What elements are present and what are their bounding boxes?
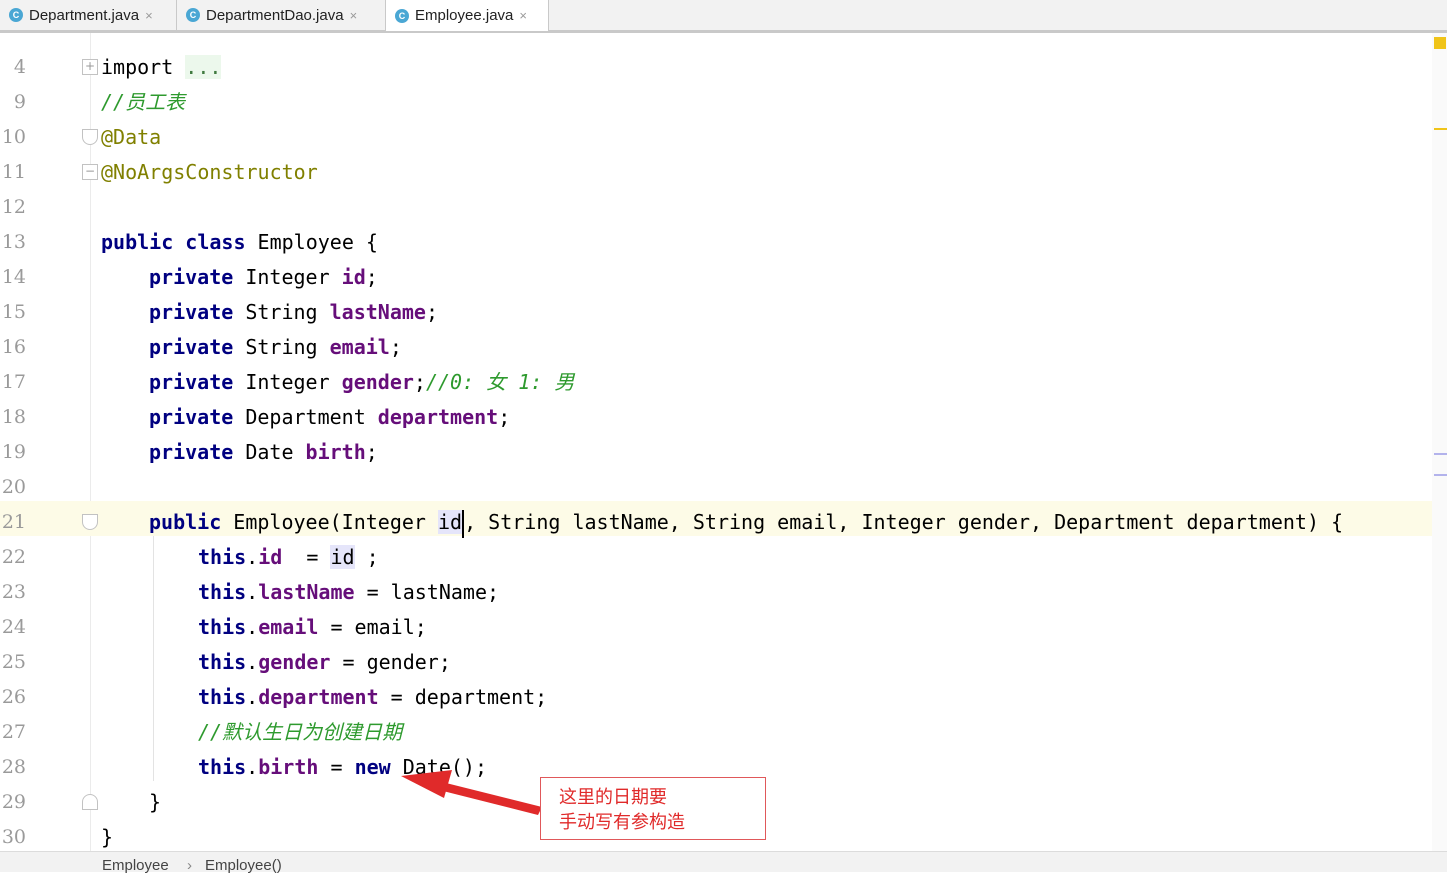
line-number: 15 [1, 301, 26, 323]
code-line[interactable]: 19 private Date birth; [0, 435, 1435, 470]
annotation-line: 这里的日期要 [559, 787, 667, 808]
code-line[interactable]: 27 //默认生日为创建日期 [0, 715, 1435, 750]
code-text: private String lastName; [149, 300, 438, 324]
code-text: this.gender = gender; [198, 650, 451, 674]
fold-collapse-icon[interactable]: − [82, 164, 98, 180]
fold-end-icon[interactable] [82, 794, 98, 810]
line-number: 21 [1, 511, 26, 533]
code-text: } [149, 790, 162, 814]
annotation-line: 手动写有参构造 [559, 812, 685, 833]
line-number: 29 [1, 791, 26, 813]
line-number: 19 [1, 441, 26, 463]
highlighted-identifier: id [330, 545, 355, 569]
line-number: 23 [1, 581, 26, 603]
annotation-callout: 这里的日期要 手动写有参构造 [540, 777, 766, 840]
code-text: this.birth = new Date(); [198, 755, 488, 779]
breadcrumb: Employee › Employee() [0, 851, 1447, 874]
tab-label: DepartmentDao.java [206, 6, 344, 24]
code-line[interactable]: 17 private Integer gender;//0: 女 1: 男 [0, 365, 1435, 400]
code-line[interactable]: 26 this.department = department; [0, 680, 1435, 715]
code-text: public class Employee { [101, 230, 378, 254]
close-icon[interactable]: × [350, 8, 358, 23]
code-annotation: @NoArgsConstructor [101, 160, 318, 184]
code-text: this.department = department; [198, 685, 548, 709]
line-number: 18 [1, 406, 26, 428]
code-line[interactable]: 16 private String email; [0, 330, 1435, 365]
line-number: 22 [1, 546, 26, 568]
line-number: 11 [1, 161, 26, 183]
line-number: 20 [1, 476, 26, 498]
stripe-mark[interactable] [1434, 128, 1447, 130]
line-number: 27 [1, 721, 26, 743]
line-number: 4 [13, 56, 26, 78]
breadcrumb-item-method[interactable]: Employee() [205, 857, 282, 874]
line-number: 10 [1, 126, 26, 148]
code-text: this.email = email; [198, 615, 427, 639]
editor-tab-bar: C Department.java × C DepartmentDao.java… [0, 0, 1447, 31]
code-line[interactable]: 11 − @NoArgsConstructor [0, 155, 1435, 190]
code-comment: //默认生日为创建日期 [198, 720, 403, 744]
line-number: 12 [1, 196, 26, 218]
code-text: private Date birth; [149, 440, 378, 464]
code-text: private String email; [149, 335, 402, 359]
code-line[interactable]: 18 private Department department; [0, 400, 1435, 435]
highlighted-identifier: id [438, 510, 463, 534]
code-text: this.id = id ; [198, 545, 379, 569]
code-line[interactable]: 23 this.lastName = lastName; [0, 575, 1435, 610]
code-line-current[interactable]: 21 public Employee(Integer id, String la… [0, 505, 1435, 540]
line-number: 17 [1, 371, 26, 393]
stripe-mark[interactable] [1434, 453, 1447, 455]
code-text: this.lastName = lastName; [198, 580, 500, 604]
line-number: 24 [1, 616, 26, 638]
code-line[interactable]: 10 @Data [0, 120, 1435, 155]
stripe-mark[interactable] [1434, 474, 1447, 476]
fold-collapse-icon[interactable] [82, 514, 98, 530]
tab-label: Employee.java [415, 7, 514, 24]
line-number: 25 [1, 651, 26, 673]
line-number: 14 [1, 266, 26, 288]
line-number: 9 [13, 91, 26, 113]
error-stripe[interactable] [1432, 33, 1447, 851]
code-text: private Department department; [149, 405, 511, 429]
java-class-icon: C [395, 8, 409, 23]
code-text: import ... [101, 55, 222, 79]
code-annotation: @Data [101, 125, 162, 149]
java-class-icon: C [186, 8, 200, 22]
tab-label: Department.java [29, 6, 140, 24]
code-editor[interactable]: 4 + import ... 9 //员工表 10 @Data 11 − @No… [0, 33, 1447, 851]
java-class-icon: C [9, 8, 23, 22]
tab-department-java[interactable]: C Department.java × [0, 0, 177, 30]
code-line[interactable]: 4 + import ... [0, 50, 1435, 85]
code-text: private Integer id; [149, 265, 378, 289]
code-line[interactable]: 25 this.gender = gender; [0, 645, 1435, 680]
line-number: 30 [1, 826, 26, 848]
warning-indicator-icon[interactable] [1434, 37, 1446, 49]
code-comment: //员工表 [101, 90, 186, 114]
code-text: private Integer gender;//0: 女 1: 男 [149, 370, 575, 394]
code-text: } [101, 825, 114, 849]
fold-collapse-icon[interactable] [82, 129, 98, 145]
close-icon[interactable]: × [145, 8, 153, 23]
close-icon[interactable]: × [519, 8, 527, 23]
breadcrumb-separator-icon: › [187, 857, 192, 874]
code-line[interactable]: 20 [0, 470, 1435, 505]
breadcrumb-item-class[interactable]: Employee [102, 857, 169, 874]
line-number: 16 [1, 336, 26, 358]
line-number: 13 [1, 231, 26, 253]
code-line[interactable]: 13 public class Employee { [0, 225, 1435, 260]
tab-departmentdao-java[interactable]: C DepartmentDao.java × [177, 0, 386, 30]
tab-employee-java[interactable]: C Employee.java × [386, 0, 549, 31]
code-line[interactable]: 15 private String lastName; [0, 295, 1435, 330]
code-line[interactable]: 24 this.email = email; [0, 610, 1435, 645]
code-text: public Employee(Integer id, String lastN… [149, 505, 1343, 540]
code-line[interactable]: 9 //员工表 [0, 85, 1435, 120]
line-number: 26 [1, 686, 26, 708]
code-line[interactable]: 14 private Integer id; [0, 260, 1435, 295]
line-number: 28 [1, 756, 26, 778]
code-line[interactable]: 12 [0, 190, 1435, 225]
code-line[interactable]: 22 this.id = id ; [0, 540, 1435, 575]
fold-expand-icon[interactable]: + [82, 59, 98, 75]
